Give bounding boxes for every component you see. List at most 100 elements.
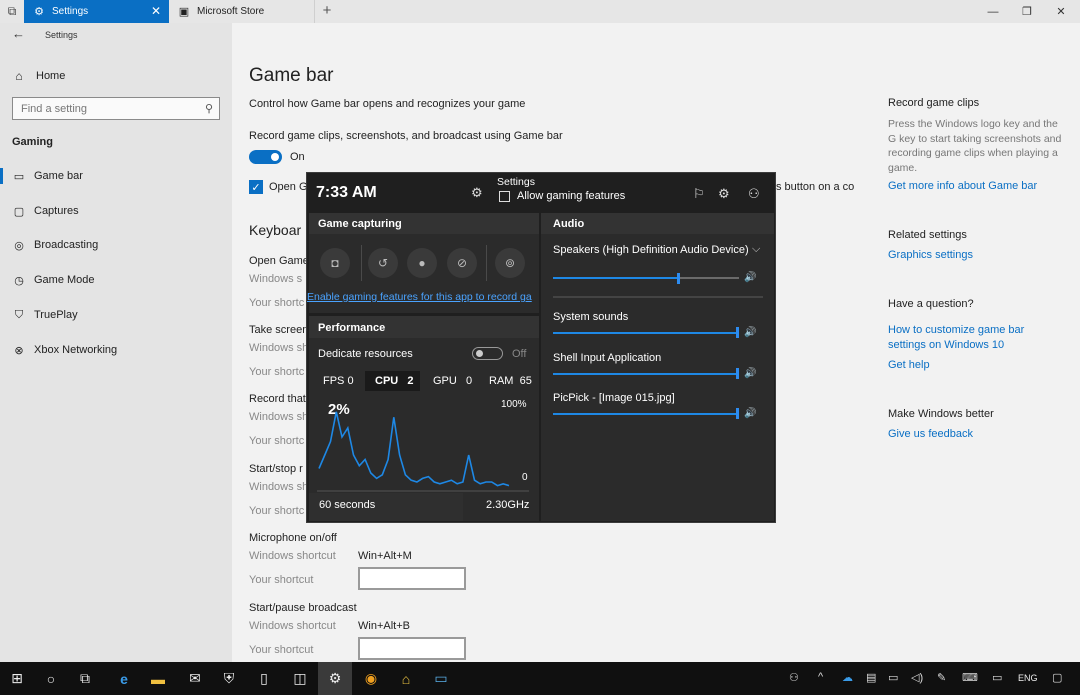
open-gamebar-label-end: s button on a co <box>776 181 855 193</box>
audio-device-dropdown[interactable]: Speakers (High Definition Audio Device) <box>553 244 749 256</box>
speaker-icon[interactable]: 🔊 <box>744 408 756 419</box>
home-icon: ⌂ <box>15 69 23 83</box>
record-clips-heading: Record game clips <box>888 97 980 109</box>
cpu-usage-line <box>318 411 510 487</box>
security-shield-icon[interactable]: ⛨ <box>212 662 246 695</box>
app-window-icon[interactable]: ▭ <box>424 662 458 695</box>
stat-fps[interactable]: FPS 0 <box>316 371 363 391</box>
open-gamebar-checkbox[interactable]: ✓ <box>249 180 263 194</box>
language-indicator[interactable]: ENG <box>1018 673 1038 683</box>
photos-icon[interactable]: ◫ <box>283 662 317 695</box>
device-volume-thumb[interactable] <box>676 273 680 284</box>
sidebar-item-broadcasting[interactable]: ◎ Broadcasting <box>0 235 232 255</box>
display-icon[interactable]: ▭ <box>992 671 1002 684</box>
gear-icon: ⚙ <box>34 6 44 18</box>
record-that-button[interactable]: ↺ <box>368 248 398 278</box>
search-input[interactable]: Find a setting ⚲ <box>12 97 220 120</box>
stat-label: RAM <box>489 375 514 387</box>
start-recording-button[interactable]: ● <box>407 248 437 278</box>
file-explorer-icon[interactable]: ▬ <box>141 662 175 695</box>
store-bag-icon[interactable]: ⌂ <box>389 662 423 695</box>
more-info-link[interactable]: Get more info about Game bar <box>888 179 1068 194</box>
edge-icon[interactable]: e <box>107 662 141 695</box>
windows-shortcut-label: Windows shortcut <box>249 620 336 632</box>
close-tab-icon[interactable]: ✕ <box>151 4 161 18</box>
app-volume-thumb[interactable] <box>736 368 739 379</box>
record-toggle[interactable] <box>249 150 282 164</box>
audio-panel <box>541 213 774 521</box>
speaker-icon[interactable]: 🔊 <box>744 272 756 283</box>
tab-settings[interactable]: ⚙ Settings ✕ <box>24 0 169 23</box>
cortana-icon[interactable]: ○ <box>34 662 68 695</box>
start-windows-icon[interactable]: ⊞ <box>0 662 34 695</box>
speaker-icon[interactable]: 🔊 <box>744 368 756 379</box>
page-title: Game bar <box>249 65 334 86</box>
broadcast-shortcut-input[interactable] <box>358 637 466 660</box>
feedback-icon[interactable]: ⚐ <box>693 186 705 202</box>
task-view-icon[interactable]: ⧉ <box>68 662 102 695</box>
picpick-icon[interactable]: ◉ <box>354 662 388 695</box>
microphone-shortcut-input[interactable] <box>358 567 466 590</box>
app-volume-thumb[interactable] <box>736 408 739 419</box>
page-subtitle: Control how Game bar opens and recognize… <box>249 98 526 110</box>
profile-icon[interactable]: ⚇ <box>748 186 760 202</box>
settings-gear-icon[interactable]: ⚙ <box>718 186 730 202</box>
onedrive-icon[interactable]: ☁ <box>842 671 853 684</box>
sidebar-item-trueplay[interactable]: ⛉ TruePlay <box>0 305 232 325</box>
customize-game-bar-link[interactable]: How to customize game bar settings on Wi… <box>888 323 1053 353</box>
allow-gaming-features-label: Allow gaming features <box>517 190 626 202</box>
dedicate-resources-toggle[interactable] <box>472 347 503 360</box>
windows-shortcut-label: Windows sh <box>249 411 309 423</box>
store-icon: ▣ <box>178 6 190 18</box>
game-bar-overlay: 7:33 AM ⚙ Settings Allow gaming features… <box>306 172 776 523</box>
stat-gpu[interactable]: GPU 0 <box>423 371 475 391</box>
mail-icon[interactable]: ✉ <box>178 662 212 695</box>
microphone-button[interactable]: ⊘ <box>447 248 477 278</box>
sidebar-item-game-bar[interactable]: ▭ Game bar <box>0 166 232 186</box>
new-tab-button[interactable]: + <box>318 2 336 19</box>
cpu-frequency-label: 2.30GHz <box>486 499 530 511</box>
stat-cpu[interactable]: CPU 2 <box>365 371 420 391</box>
your-shortcut-label: Your shortcut <box>249 644 314 656</box>
restore-button[interactable]: ❐ <box>1010 0 1044 23</box>
shortcut-title-broadcast: Start/pause broadcast <box>249 602 357 614</box>
search-icon[interactable]: ⚲ <box>205 102 213 115</box>
cpu-usage-graph <box>317 411 529 492</box>
close-window-button[interactable]: ✕ <box>1044 0 1078 23</box>
pen-icon[interactable]: ✎ <box>937 671 946 684</box>
chevron-down-icon[interactable]: ⌵ <box>752 243 760 256</box>
screenshot-button[interactable]: ◘ <box>320 248 350 278</box>
tab-microsoft-store[interactable]: ▣ Microsoft Store <box>169 0 315 23</box>
enable-gaming-features-link[interactable]: Enable gaming features for this app to r… <box>307 291 539 303</box>
window-menu-icon[interactable]: ⧉ <box>0 0 24 23</box>
app-volume-thumb[interactable] <box>736 327 739 338</box>
sidebar-item-captures[interactable]: ▢ Captures <box>0 201 232 221</box>
app-title: Settings <box>45 30 78 40</box>
allow-gaming-features-checkbox[interactable] <box>499 191 510 202</box>
stat-value: 0 <box>347 375 354 387</box>
people-icon[interactable]: ⚇ <box>789 671 799 684</box>
stat-ram[interactable]: RAM 65 <box>479 371 537 391</box>
chevron-up-icon[interactable]: ^ <box>818 671 823 683</box>
volume-icon[interactable]: ◁) <box>911 671 923 684</box>
settings-gear-icon[interactable]: ⚙ <box>318 662 352 695</box>
back-arrow-icon[interactable]: ← <box>12 26 25 41</box>
notifications-icon[interactable]: ▢ <box>1052 671 1062 684</box>
phone-icon[interactable]: ▯ <box>247 662 281 695</box>
graphics-settings-link[interactable]: Graphics settings <box>888 248 1068 263</box>
broadcast-button[interactable]: ⊚ <box>495 248 525 278</box>
sidebar-item-home[interactable]: ⌂ Home <box>12 68 65 84</box>
gear-icon[interactable]: ⚙ <box>471 185 483 201</box>
game-bar-clock: 7:33 AM <box>316 184 377 201</box>
shortcut-title: Open Game <box>249 255 309 267</box>
get-help-link[interactable]: Get help <box>888 358 1068 373</box>
sidebar-item-xbox-networking[interactable]: ⊗ Xbox Networking <box>0 340 232 360</box>
taskbar: ⊞ ○ ⧉ e ▬ ✉ ⛨ ▯ ◫ ⚙ ◉ ⌂ ▭ ⚇ ^ ☁ ▤ ▭ ◁) ✎… <box>0 662 1080 695</box>
battery-icon[interactable]: ▭ <box>888 671 898 684</box>
network-icon[interactable]: ▤ <box>866 671 876 684</box>
speaker-icon[interactable]: 🔊 <box>744 327 756 338</box>
feedback-link[interactable]: Give us feedback <box>888 427 1068 442</box>
keyboard-icon[interactable]: ⌨ <box>962 671 978 684</box>
sidebar-item-game-mode[interactable]: ◷ Game Mode <box>0 270 232 290</box>
minimize-button[interactable]: — <box>976 0 1010 23</box>
